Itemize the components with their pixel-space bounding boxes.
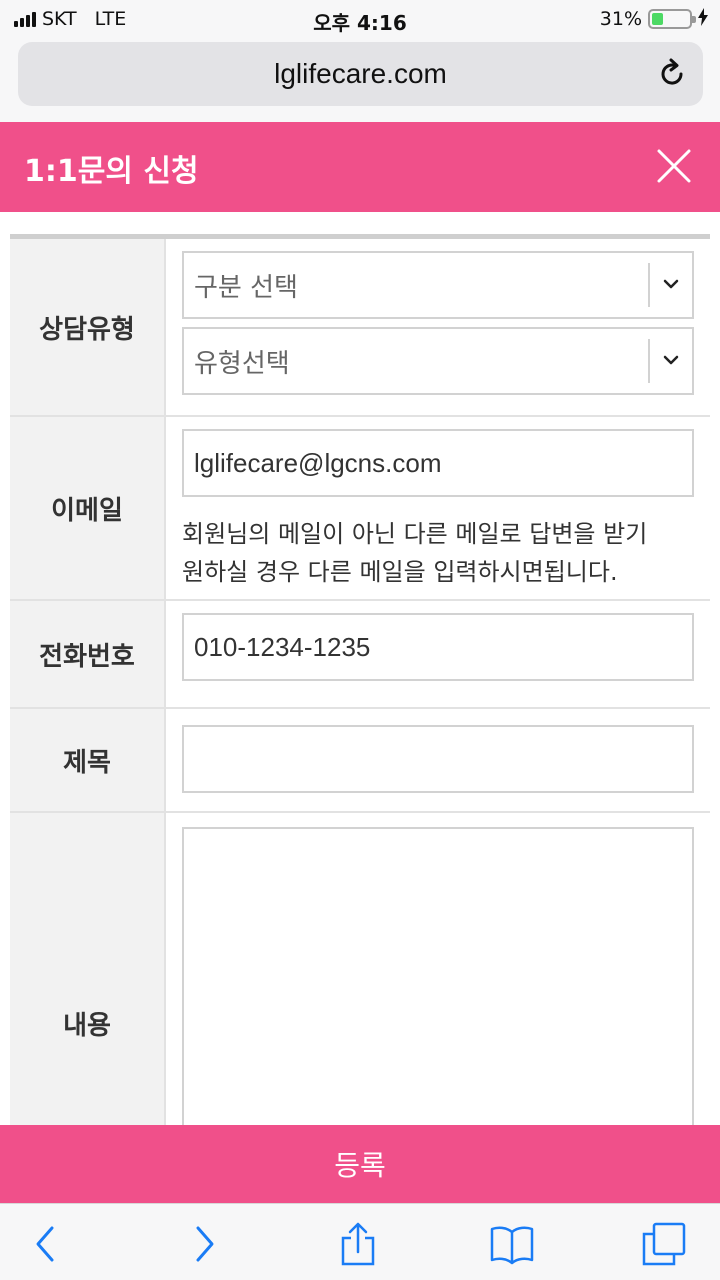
consult-type-field: 구분 선택 유형선택 [166,239,710,415]
address-bar[interactable]: lglifecare.com [18,42,703,106]
reload-icon[interactable] [655,57,689,91]
select-divider [648,263,650,307]
charging-icon [698,8,708,30]
chevron-down-icon [663,279,679,289]
email-row: 이메일 lglifecare@lgcns.com 회원님의 메일이 아닌 다른 … [10,417,710,601]
phone-field-cell: 010-1234-1235 [166,601,710,707]
status-right: 31% [600,8,708,30]
url-text[interactable]: lglifecare.com [18,58,703,90]
battery-cap [692,16,696,23]
category-select[interactable]: 구분 선택 [182,251,694,319]
email-field[interactable]: lglifecare@lgcns.com [182,429,694,497]
consult-type-row: 상담유형 구분 선택 유형선택 [10,239,710,417]
category-select-value: 구분 선택 [194,272,298,303]
email-field-cell: lglifecare@lgcns.com 회원님의 메일이 아닌 다른 메일로 … [166,417,710,599]
subject-row: 제목 [10,709,710,813]
page-header: 1:1문의 신청 [0,122,720,212]
chevron-down-icon [663,355,679,365]
page-title: 1:1문의 신청 [24,154,199,189]
battery-fill [652,13,664,25]
phone-label: 전화번호 [10,601,166,707]
phone-field[interactable]: 010-1234-1235 [182,613,694,681]
status-bar: SKT LTE 오후 4:16 31% [0,0,720,38]
bookmarks-icon[interactable] [488,1222,536,1266]
submit-button[interactable]: 등록 [0,1125,720,1203]
share-icon[interactable] [334,1222,382,1266]
close-icon[interactable] [656,148,692,184]
tabs-icon[interactable] [640,1222,688,1266]
type-select-value: 유형선택 [194,348,290,379]
select-divider [648,339,650,383]
email-help-text: 회원님의 메일이 아닌 다른 메일로 답변을 받기 원하실 경우 다른 메일을 … [182,515,694,591]
email-help-line: 회원님의 메일이 아닌 다른 메일로 답변을 받기 [182,520,648,548]
browser-address-area: lglifecare.com [0,38,720,122]
subject-field[interactable] [182,725,694,793]
inquiry-form: 상담유형 구분 선택 유형선택 이메일 lglifecare@lgcns.com… [10,234,710,1233]
back-icon[interactable] [22,1222,70,1266]
email-label: 이메일 [10,417,166,599]
phone-row: 전화번호 010-1234-1235 [10,601,710,709]
battery-percent: 31% [599,8,642,30]
battery-icon [648,9,696,29]
forward-icon[interactable] [180,1222,228,1266]
consult-type-label: 상담유형 [10,239,166,415]
content-textarea[interactable] [182,827,694,1127]
subject-field-cell [166,709,710,811]
email-help-line: 원하실 경우 다른 메일을 입력하시면됩니다. [182,558,618,586]
browser-toolbar [0,1203,720,1280]
type-select[interactable]: 유형선택 [182,327,694,395]
subject-label: 제목 [10,709,166,811]
